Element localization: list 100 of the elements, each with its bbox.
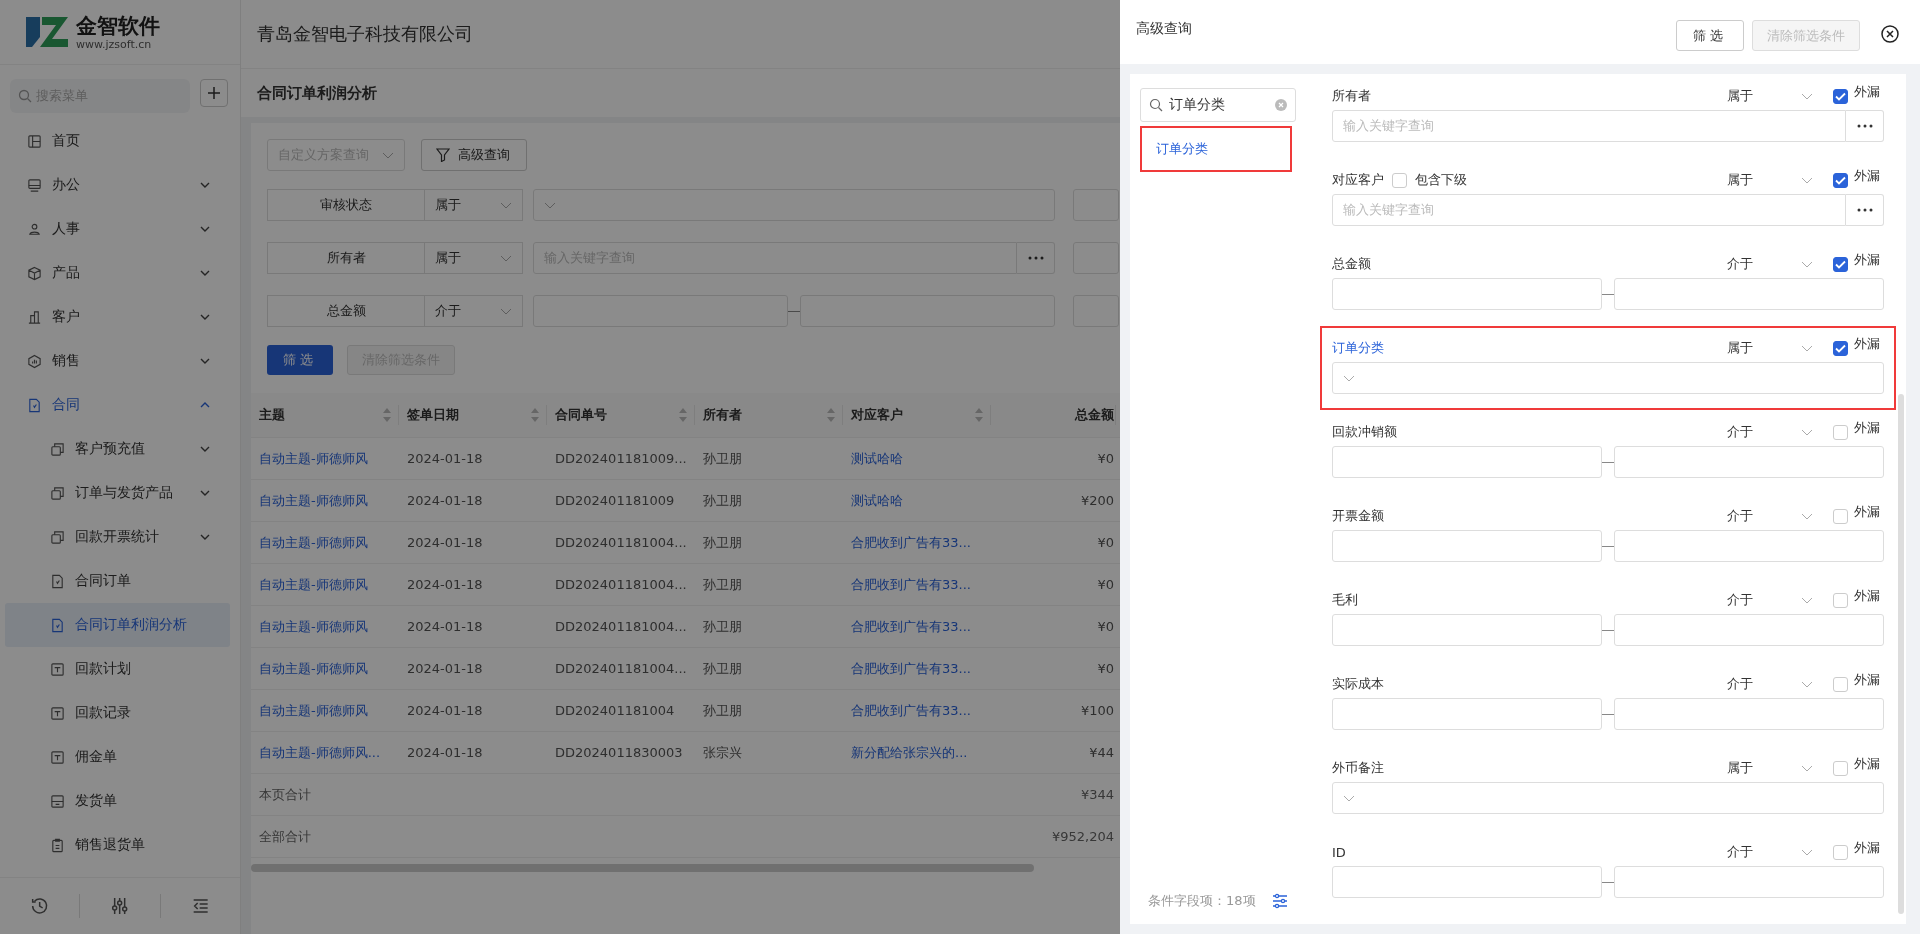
sidebar-item[interactable]: 回款记录: [0, 691, 240, 735]
min-field[interactable]: [1332, 698, 1602, 730]
operator-select[interactable]: 介于: [1727, 423, 1813, 441]
field-search-input[interactable]: 订单分类: [1140, 88, 1296, 122]
operator-select[interactable]: 介于: [1727, 843, 1813, 861]
operator-select[interactable]: 属于: [425, 189, 523, 221]
more-button[interactable]: [1846, 194, 1884, 226]
sort-icon[interactable]: [827, 408, 835, 422]
table-link[interactable]: 自动主题-师德师风: [251, 648, 399, 690]
table-link[interactable]: 自动主题-师德师风: [251, 690, 399, 732]
table-cell: 2024-01-18: [399, 690, 547, 732]
checkbox-label: 外漏: [1854, 419, 1881, 437]
max-field[interactable]: [1614, 278, 1884, 310]
table-link[interactable]: 合肥收到广告有33...: [843, 522, 991, 564]
sidebar-item[interactable]: 回款计划: [0, 647, 240, 691]
min-field[interactable]: [533, 295, 788, 327]
sidebar-item[interactable]: 首页: [0, 119, 240, 163]
sidebar-item[interactable]: 合同订单利润分析: [5, 603, 230, 647]
table-cell: DD202401181004...: [547, 522, 695, 564]
search-result[interactable]: 订单分类: [1140, 126, 1292, 172]
sliders-icon[interactable]: [1271, 893, 1288, 909]
table-link[interactable]: 合肥收到广告有33...: [843, 648, 991, 690]
table-link[interactable]: 新分配给张宗兴的...: [843, 732, 991, 774]
sidebar-item[interactable]: 订单与发货产品: [0, 471, 240, 515]
more-button[interactable]: [1017, 242, 1055, 274]
checkbox[interactable]: [1833, 88, 1848, 104]
operator-select[interactable]: 属于: [1727, 171, 1813, 189]
table-link[interactable]: 自动主题-师德师风...: [251, 732, 399, 774]
sort-icon[interactable]: [531, 408, 539, 422]
min-field[interactable]: [1332, 530, 1602, 562]
logo-name: 金智软件: [76, 13, 160, 38]
select-field[interactable]: [1332, 782, 1884, 814]
add-button[interactable]: [200, 79, 228, 107]
max-field[interactable]: [800, 295, 1055, 327]
max-field[interactable]: [1614, 446, 1884, 478]
checkbox[interactable]: [1833, 340, 1848, 356]
vertical-scrollbar[interactable]: [1898, 394, 1904, 914]
table-link[interactable]: 自动主题-师德师风: [251, 480, 399, 522]
table-link[interactable]: 合肥收到广告有33...: [843, 564, 991, 606]
table-link[interactable]: 合肥收到广告有33...: [843, 690, 991, 732]
table-link[interactable]: 自动主题-师德师风: [251, 438, 399, 480]
select-field[interactable]: [533, 189, 1055, 221]
sidebar-item[interactable]: 佣金单: [0, 735, 240, 779]
checkbox-label: 外漏: [1854, 755, 1881, 773]
sidebar-item[interactable]: 合同: [0, 383, 240, 427]
operator-select[interactable]: 介于: [1727, 507, 1813, 525]
min-field[interactable]: [1332, 446, 1602, 478]
filter-field[interactable]: [1073, 295, 1119, 327]
table-link[interactable]: 自动主题-师德师风: [251, 522, 399, 564]
more-button[interactable]: [1846, 110, 1884, 142]
operator-select[interactable]: 属于: [425, 242, 523, 274]
max-field[interactable]: [1614, 614, 1884, 646]
table-cell: 2024-01-18: [399, 438, 547, 480]
max-field[interactable]: [1614, 866, 1884, 898]
filter-button[interactable]: 筛选: [1676, 20, 1744, 51]
table-link[interactable]: 自动主题-师德师风: [251, 606, 399, 648]
filter-field[interactable]: [1073, 189, 1119, 221]
close-icon[interactable]: [1880, 24, 1900, 44]
sidebar-item[interactable]: 人事: [0, 207, 240, 251]
operator-select[interactable]: 介于: [425, 295, 523, 327]
sidebar-item[interactable]: 销售: [0, 339, 240, 383]
sidebar-item[interactable]: 产品: [0, 251, 240, 295]
filter-button[interactable]: 筛选: [267, 345, 333, 375]
operator-select[interactable]: 属于: [1727, 339, 1813, 357]
select-field[interactable]: [1332, 362, 1884, 394]
table-link[interactable]: 测试哈哈: [843, 480, 991, 522]
table-link[interactable]: 自动主题-师德师风: [251, 564, 399, 606]
min-field[interactable]: [1332, 614, 1602, 646]
sort-icon[interactable]: [383, 408, 391, 422]
sidebar-item[interactable]: 客户预充值: [0, 427, 240, 471]
max-field[interactable]: [1614, 530, 1884, 562]
min-field[interactable]: [1332, 278, 1602, 310]
sidebar-item[interactable]: 合同订单: [0, 559, 240, 603]
field-label: 开票金额: [1332, 507, 1384, 525]
sidebar-item[interactable]: 办公: [0, 163, 240, 207]
horizontal-scrollbar[interactable]: [251, 864, 1034, 872]
sidebar-item[interactable]: 销售退货单: [0, 823, 240, 867]
sort-icon[interactable]: [975, 408, 983, 422]
operator-select[interactable]: 介于: [1727, 255, 1813, 273]
table-link[interactable]: 合肥收到广告有33...: [843, 606, 991, 648]
chevron-icon: [200, 534, 210, 540]
clear-icon[interactable]: [1275, 99, 1287, 111]
operator-select[interactable]: 介于: [1727, 675, 1813, 693]
max-field[interactable]: [1614, 698, 1884, 730]
checkbox[interactable]: [1833, 172, 1848, 188]
field-label: 订单分类: [1332, 339, 1384, 357]
chevron-icon: [1343, 794, 1355, 802]
filter-field[interactable]: [1073, 242, 1119, 274]
table-link[interactable]: 测试哈哈: [843, 438, 991, 480]
advanced-query-button[interactable]: 高级查询: [421, 139, 527, 171]
building-icon: [27, 309, 42, 325]
operator-select[interactable]: 介于: [1727, 591, 1813, 609]
checkbox[interactable]: [1833, 256, 1848, 272]
sidebar-item[interactable]: 发货单: [0, 779, 240, 823]
sidebar-item[interactable]: 回款开票统计: [0, 515, 240, 559]
operator-select[interactable]: 属于: [1727, 759, 1813, 777]
sort-icon[interactable]: [679, 408, 687, 422]
operator-select[interactable]: 属于: [1727, 87, 1813, 105]
min-field[interactable]: [1332, 866, 1602, 898]
sidebar-item[interactable]: 客户: [0, 295, 240, 339]
